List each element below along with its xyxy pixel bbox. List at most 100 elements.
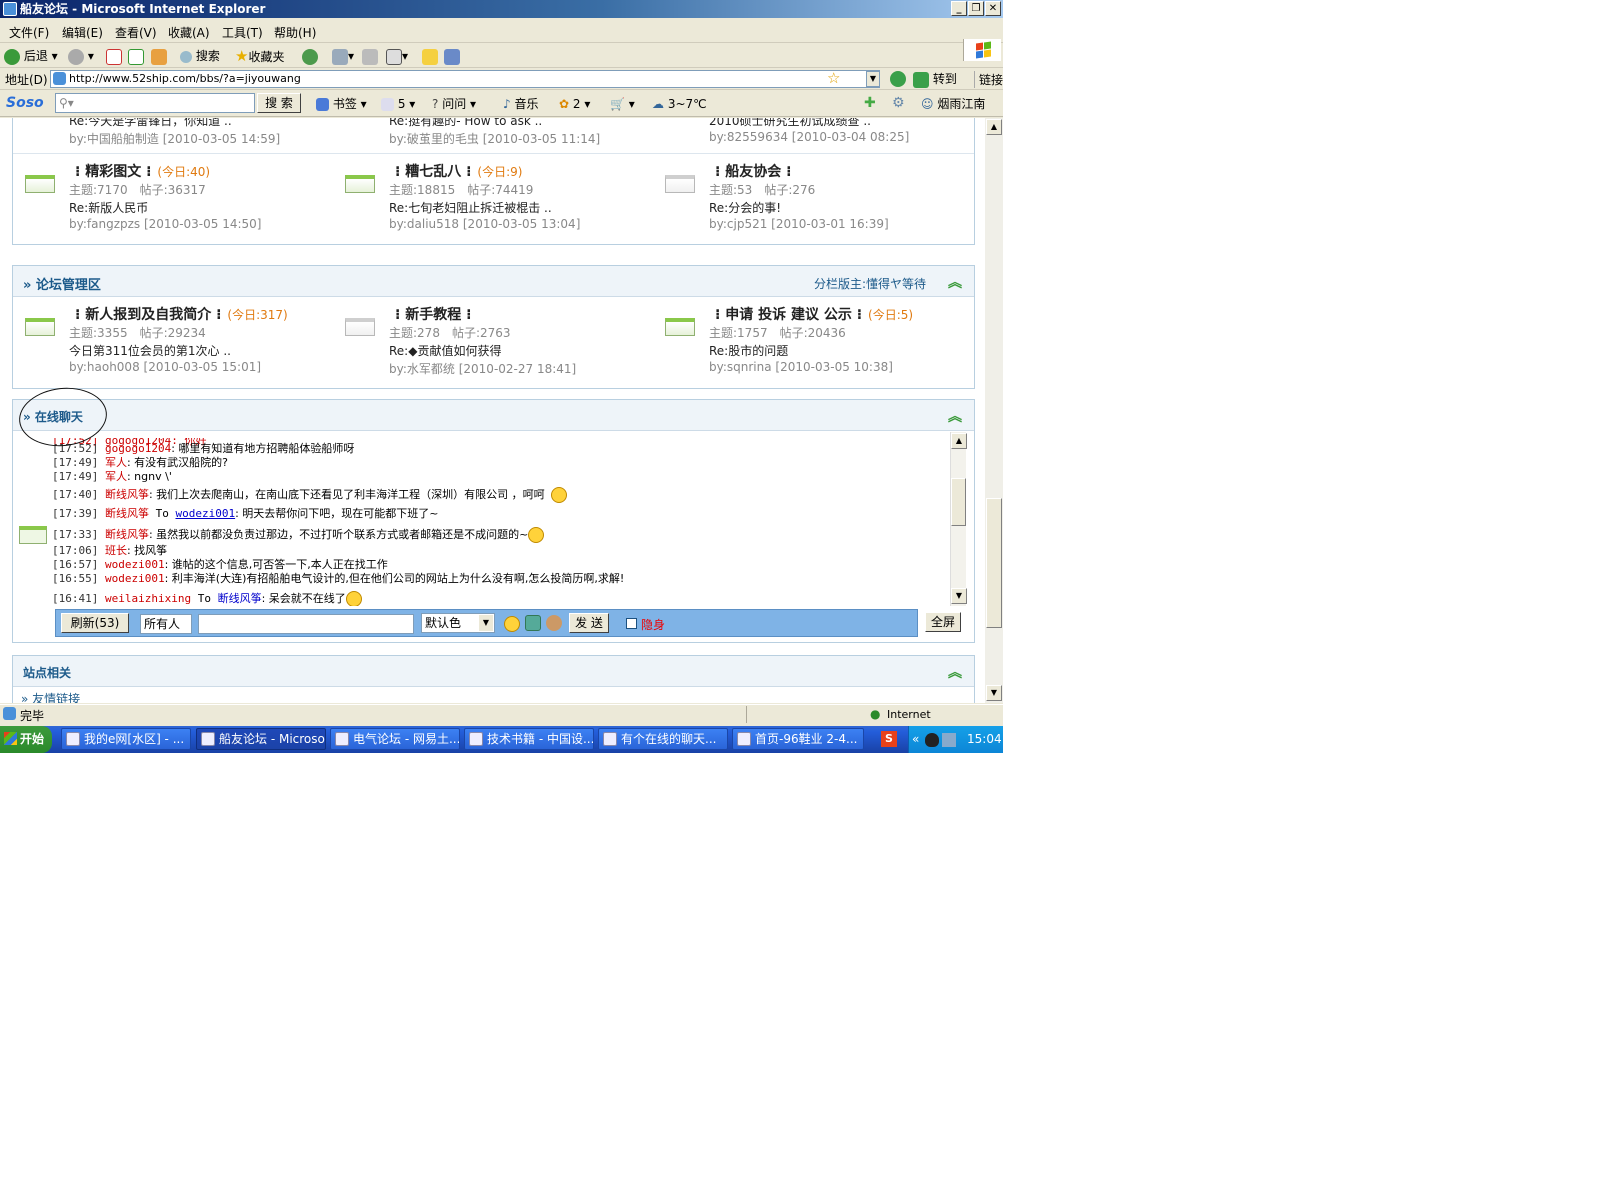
- friend-links[interactable]: » 友情链接: [21, 690, 80, 703]
- forum-title[interactable]: ⁝ 申请 投诉 建议 公示 ⁝ (今日:5): [715, 304, 913, 324]
- last-reply[interactable]: Re:挺有趣的- How to ask ..: [389, 118, 542, 129]
- favorite-star-icon[interactable]: ☆: [827, 69, 840, 87]
- task-button[interactable]: 电气论坛 - 网易土...: [330, 728, 460, 750]
- gift-icon: ✿: [559, 97, 570, 111]
- menu-edit[interactable]: 编辑(E): [62, 24, 103, 41]
- minimize-button[interactable]: _: [951, 1, 967, 16]
- forum-title[interactable]: ⁝ 新人报到及自我简介 ⁝ (今日:317): [75, 304, 288, 324]
- app-s-icon[interactable]: S: [881, 731, 897, 747]
- forum-title[interactable]: ⁝ 糟七乱八 ⁝ (今日:9): [395, 161, 522, 181]
- refresh-button[interactable]: [128, 47, 144, 65]
- settings-icon[interactable]: ⚙: [892, 95, 905, 111]
- emoticon-button[interactable]: [504, 616, 520, 632]
- last-reply[interactable]: Re:股市的问题: [709, 342, 788, 359]
- message-input[interactable]: [198, 614, 414, 634]
- address-input[interactable]: http://www.52ship.com/bbs/?a=jiyouwang: [50, 70, 880, 88]
- send-button[interactable]: 发 送: [569, 613, 609, 633]
- location-button[interactable]: ☺ 烟雨江南: [921, 95, 985, 113]
- section-title[interactable]: 站点相关: [23, 664, 71, 681]
- clock[interactable]: 15:04: [967, 726, 1002, 753]
- weather-button[interactable]: ☁ 3~7℃: [652, 95, 707, 113]
- favorites-button[interactable]: ★收藏夹: [235, 47, 284, 65]
- task-button[interactable]: 首页-96鞋业 2-4...: [732, 728, 864, 750]
- plus-icon[interactable]: ✚: [864, 95, 876, 111]
- forum-title[interactable]: ⁝ 精彩图文 ⁝ (今日:40): [75, 161, 210, 181]
- mail-button[interactable]: ▾: [332, 47, 354, 65]
- menu-file[interactable]: 文件(F): [9, 24, 49, 41]
- game-button[interactable]: ✿ 2 ▾: [559, 95, 590, 113]
- task-button-active[interactable]: 船友论坛 - Microso...: [196, 728, 326, 750]
- mail-count-button[interactable]: 5 ▾: [381, 95, 415, 113]
- task-button[interactable]: 技术书籍 - 中国设...: [464, 728, 594, 750]
- collapse-icon[interactable]: ︽: [948, 406, 962, 426]
- cart-button[interactable]: 🛒 ▾: [610, 95, 635, 113]
- image-button[interactable]: [525, 615, 541, 631]
- go-button[interactable]: 转到: [913, 70, 957, 88]
- menu-favorites[interactable]: 收藏(A): [168, 24, 210, 41]
- music-button[interactable]: ♪ 音乐: [503, 95, 539, 113]
- forum-new-icon: [25, 175, 55, 193]
- forum-title[interactable]: ⁝ 新手教程 ⁝: [395, 304, 477, 324]
- network-icon[interactable]: [942, 733, 956, 747]
- scroll-down-button[interactable]: ▼: [986, 685, 1002, 701]
- security-shield-icon[interactable]: [890, 71, 906, 87]
- last-reply[interactable]: Re:七旬老妇阻止拆迁被棍击 ..: [389, 199, 552, 216]
- chat-log: [17:52] gogogo1204: 你好 [17:52] gogogo120…: [48, 438, 950, 606]
- question-icon: ?: [432, 97, 439, 111]
- moderator-label[interactable]: 分栏版主:懂得ヤ等待: [814, 275, 926, 292]
- color-select[interactable]: 默认色 ▼: [421, 613, 495, 633]
- last-reply[interactable]: Re:新版人民币: [69, 199, 148, 216]
- menu-tools[interactable]: 工具(T): [222, 24, 263, 41]
- last-reply[interactable]: Re:◆贡献值如何获得: [389, 342, 501, 359]
- windows-flag-icon: [4, 732, 17, 745]
- bookmark-button[interactable]: 书签 ▾: [316, 95, 367, 113]
- last-by: by:daliu518 [2010-03-05 13:04]: [389, 217, 581, 231]
- messenger-button[interactable]: [444, 47, 460, 65]
- scroll-up-button[interactable]: ▲: [986, 119, 1002, 135]
- address-dropdown[interactable]: ▼: [866, 71, 880, 87]
- scroll-thumb[interactable]: [986, 498, 1002, 628]
- last-reply[interactable]: Re:今天是学雷锋日，你知道 ..: [69, 118, 232, 129]
- forum-feedback: ⁝ 申请 投诉 建议 公示 ⁝ (今日:5) 主题:1757 帖子:20436 R…: [653, 298, 973, 376]
- user-add-icon[interactable]: [546, 615, 562, 631]
- menu-help[interactable]: 帮助(H): [274, 24, 316, 41]
- collapse-icon[interactable]: ︽: [948, 662, 962, 682]
- hidden-checkbox[interactable]: [626, 618, 637, 629]
- recipient-field[interactable]: 所有人: [140, 614, 192, 634]
- refresh-chat-button[interactable]: 刷新(53): [61, 613, 129, 633]
- task-button[interactable]: 我的e网[水区] - ...: [61, 728, 191, 750]
- last-reply[interactable]: Re:分会的事!: [709, 199, 781, 216]
- last-reply[interactable]: 今日第311位会员的第1次心 ..: [69, 342, 231, 359]
- expand-tray-icon[interactable]: «: [912, 726, 919, 753]
- close-button[interactable]: ✕: [985, 1, 1001, 16]
- forum-title[interactable]: ⁝ 船友协会 ⁝: [715, 161, 797, 181]
- soso-search-input[interactable]: ⚲▾: [55, 93, 255, 113]
- home-button[interactable]: [151, 47, 167, 65]
- menu-view[interactable]: 查看(V): [115, 24, 157, 41]
- section-title[interactable]: » 论坛管理区: [23, 274, 101, 293]
- discuss-button[interactable]: [422, 47, 438, 65]
- links-button[interactable]: 链接: [974, 71, 1003, 88]
- task-button[interactable]: 有个在线的聊天...: [598, 728, 728, 750]
- soso-search-button[interactable]: 搜 索: [257, 93, 301, 113]
- print-button[interactable]: [362, 47, 378, 65]
- ie-icon: [201, 732, 215, 746]
- search-button[interactable]: 搜索: [180, 47, 220, 65]
- scroll-up-button[interactable]: ▲: [951, 433, 967, 449]
- scroll-thumb[interactable]: [951, 478, 966, 526]
- history-button[interactable]: [302, 47, 318, 65]
- forward-button[interactable]: ▾: [68, 47, 94, 65]
- scroll-down-button[interactable]: ▼: [951, 588, 967, 604]
- start-button[interactable]: 开始: [0, 726, 52, 753]
- page-scrollbar[interactable]: ▲ ▼: [985, 118, 1003, 703]
- collapse-icon[interactable]: ︽: [948, 272, 962, 292]
- back-button[interactable]: 后退 ▾: [4, 47, 58, 65]
- restore-button[interactable]: ❐: [968, 1, 984, 16]
- qq-icon[interactable]: [925, 733, 939, 747]
- chat-scrollbar[interactable]: ▲ ▼: [950, 432, 967, 606]
- last-reply[interactable]: 2010硕士研究生初试成绩查 ..: [709, 118, 871, 129]
- ask-button[interactable]: ? 问问 ▾: [432, 95, 476, 113]
- fullscreen-button[interactable]: 全屏: [925, 612, 961, 632]
- edit-button[interactable]: ▾: [386, 47, 408, 65]
- stop-button[interactable]: [106, 47, 122, 65]
